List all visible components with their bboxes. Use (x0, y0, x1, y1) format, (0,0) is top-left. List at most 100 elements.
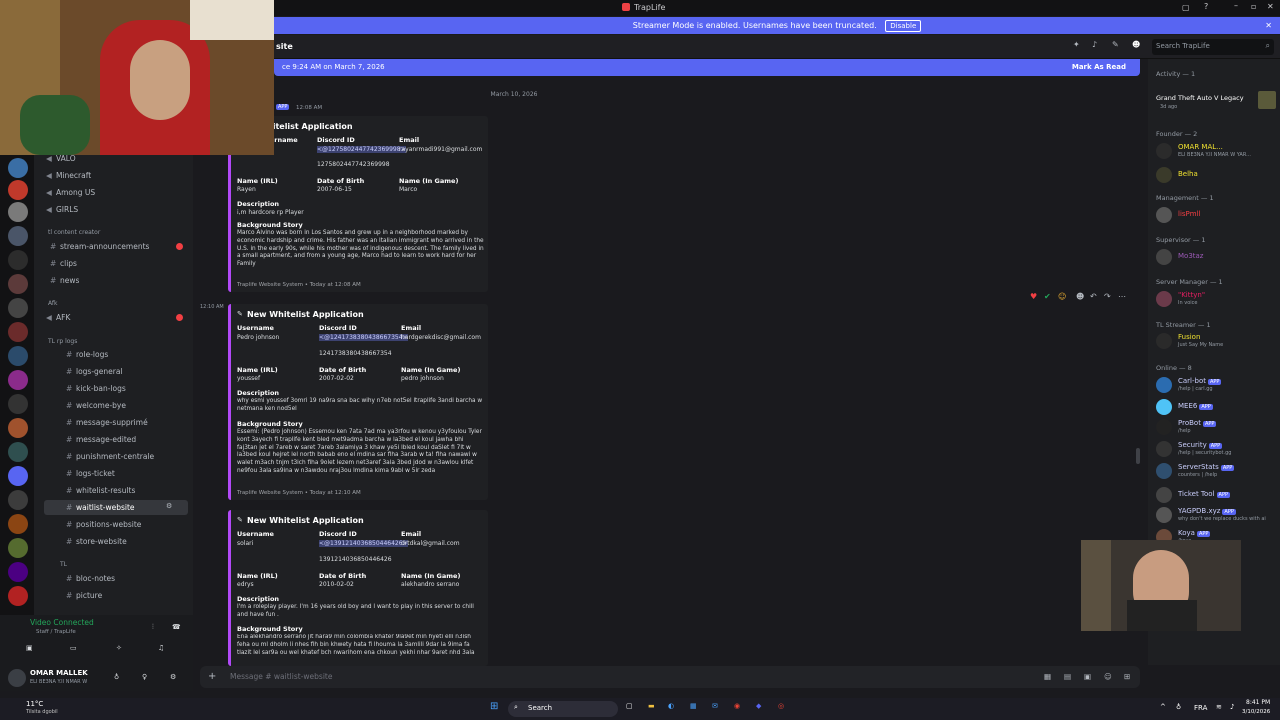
category-header[interactable]: Afk (48, 296, 57, 311)
activities-icon[interactable]: ✧ (116, 644, 122, 652)
chrome-icon[interactable]: ◉ (734, 702, 740, 710)
apps-icon[interactable]: ⊞ (1124, 666, 1130, 688)
taskview-icon[interactable]: ▢ (626, 702, 633, 710)
threads-icon[interactable]: ✦ (1073, 40, 1080, 49)
server-icon[interactable] (8, 346, 28, 366)
weather-temp[interactable]: 11°C (26, 700, 43, 708)
banner-close-icon[interactable]: ✕ (1265, 17, 1272, 34)
invite-icon[interactable]: ⚙ (166, 502, 172, 510)
soundboard-icon[interactable]: ♫ (158, 644, 164, 652)
check-reaction-icon[interactable]: ✔ (1044, 292, 1051, 301)
text-channel[interactable]: # role-logs (66, 347, 108, 362)
server-icon[interactable] (8, 158, 28, 178)
text-channel[interactable]: # news (50, 273, 79, 288)
member-row[interactable]: lisPmll (1156, 205, 1280, 225)
forward-icon[interactable]: ↷ (1104, 292, 1111, 301)
category-header[interactable]: TL (60, 557, 67, 572)
text-channel-selected[interactable]: # waitlist-website (66, 500, 135, 515)
server-icon[interactable] (8, 202, 28, 222)
windows-start-icon[interactable]: ⊞ (490, 701, 498, 712)
server-icon[interactable] (8, 322, 28, 342)
member-row[interactable]: ServerStats APP counters | /help (1156, 461, 1280, 481)
member-row[interactable]: Belha (1156, 165, 1280, 185)
add-reaction-icon[interactable]: ☻ (1076, 292, 1084, 301)
help-icon[interactable]: ? (1204, 2, 1208, 11)
heart-reaction-icon[interactable]: ♥ (1030, 292, 1037, 301)
emoji-icon[interactable]: ☺ (1104, 666, 1112, 688)
text-channel[interactable]: # kick-ban-logs (66, 381, 126, 396)
text-channel[interactable]: # clips (50, 256, 77, 271)
server-icon[interactable] (8, 514, 28, 534)
disable-streamer-button[interactable]: Disable (885, 20, 922, 32)
discord-taskbar-icon[interactable]: ◆ (756, 702, 761, 710)
server-icon[interactable] (8, 490, 28, 510)
explorer-icon[interactable]: ▬ (648, 702, 655, 710)
server-icon[interactable] (8, 586, 28, 606)
voice-channel[interactable]: ◀ Among US (46, 185, 95, 200)
member-row[interactable]: "Kittyn" In voice (1156, 289, 1280, 309)
mic-tray-icon[interactable]: ♁ (1176, 703, 1181, 711)
server-icon[interactable] (8, 298, 28, 318)
emoji-reaction-icon[interactable]: ☺ (1058, 292, 1066, 301)
text-channel[interactable]: # store-website (66, 534, 127, 549)
new-messages-bar[interactable]: ce 9:24 AM on March 7, 2026 Mark As Read (274, 59, 1140, 76)
headphones-icon[interactable]: ♀ (142, 673, 147, 681)
server-icon[interactable] (8, 538, 28, 558)
reply-icon[interactable]: ↶ (1090, 292, 1097, 301)
message-composer[interactable]: + Message # waitlist-website ▦ ▤ ▣ ☺ ⊞ (200, 666, 1140, 688)
member-row[interactable]: Security APP /help | securitybot.gg (1156, 439, 1280, 459)
activity-card[interactable]: Grand Theft Auto V Legacy 3d ago (1156, 91, 1280, 111)
close-window-icon[interactable]: ✕ (1267, 2, 1274, 11)
server-icon[interactable] (8, 394, 28, 414)
text-channel[interactable]: # picture (66, 588, 102, 603)
server-icon[interactable] (8, 250, 28, 270)
member-row[interactable]: ProBot APP /help (1156, 417, 1280, 437)
search-box[interactable]: Search TrapLife ⌕ (1152, 39, 1274, 55)
server-icon[interactable] (8, 274, 28, 294)
add-attachment-icon[interactable]: + (208, 666, 216, 688)
member-row[interactable]: OMAR MAL... ELI BE3NA Y.II NMAR W YAR... (1156, 141, 1280, 161)
pin-icon[interactable]: ✎ (1112, 40, 1119, 49)
member-row[interactable]: YAGPDB.xyz APP why don't we replace ducks… (1156, 505, 1280, 525)
tray-chevron-icon[interactable]: ^ (1160, 703, 1166, 711)
video-icon[interactable]: ▣ (26, 644, 33, 652)
server-icon[interactable] (8, 562, 28, 582)
user-mention[interactable]: <@1241738380438667354> (319, 334, 408, 341)
edge-icon[interactable]: ◐ (668, 702, 674, 710)
app-taskbar-icon[interactable]: ◎ (778, 702, 784, 710)
bell-icon[interactable]: ♪ (1092, 40, 1097, 49)
mic-icon[interactable]: ♁ (114, 673, 119, 681)
mail-icon[interactable]: ✉ (712, 702, 718, 710)
text-channel[interactable]: # punishment-centrale (66, 449, 154, 464)
disconnect-icon[interactable]: ☎ (172, 623, 181, 631)
text-channel[interactable]: # logs-general (66, 364, 123, 379)
text-channel[interactable]: # message-supprimé (66, 415, 148, 430)
inbox-icon[interactable]: ▢ (1182, 3, 1190, 12)
store-icon[interactable]: ▦ (690, 702, 697, 710)
text-channel[interactable]: # positions-website (66, 517, 141, 532)
members-icon[interactable]: ☻ (1132, 40, 1140, 49)
server-icon[interactable] (8, 180, 28, 200)
text-channel[interactable]: # bloc-notes (66, 571, 115, 586)
text-channel[interactable]: # stream-announcements (50, 239, 149, 254)
gif-icon[interactable]: ▤ (1064, 666, 1071, 688)
server-icon[interactable] (8, 466, 28, 486)
scrollbar-thumb[interactable] (1136, 448, 1140, 464)
signal-icon[interactable]: ⫶ (152, 623, 154, 632)
server-icon[interactable] (8, 442, 28, 462)
sticker-icon[interactable]: ▣ (1084, 666, 1091, 688)
clock-time[interactable]: 8:41 PM (1246, 699, 1270, 706)
language-indicator[interactable]: FRA (1194, 704, 1207, 712)
member-row[interactable]: Mo3taz (1156, 247, 1280, 267)
volume-icon[interactable]: ♪ (1230, 703, 1234, 711)
user-mention[interactable]: <@1391214036850446426> (319, 540, 408, 547)
screenshare-icon[interactable]: ▭ (70, 644, 77, 652)
taskbar-search[interactable]: ⌕ Search (508, 701, 618, 717)
user-mention[interactable]: <@1275802447742369998> (317, 146, 406, 153)
gift-icon[interactable]: ▦ (1044, 666, 1051, 688)
server-icon[interactable] (8, 226, 28, 246)
voice-channel[interactable]: ◀ AFK (46, 310, 70, 325)
minimize-icon[interactable]: – (1234, 1, 1238, 10)
text-channel[interactable]: # welcome-bye (66, 398, 126, 413)
text-channel[interactable]: # message-edited (66, 432, 136, 447)
